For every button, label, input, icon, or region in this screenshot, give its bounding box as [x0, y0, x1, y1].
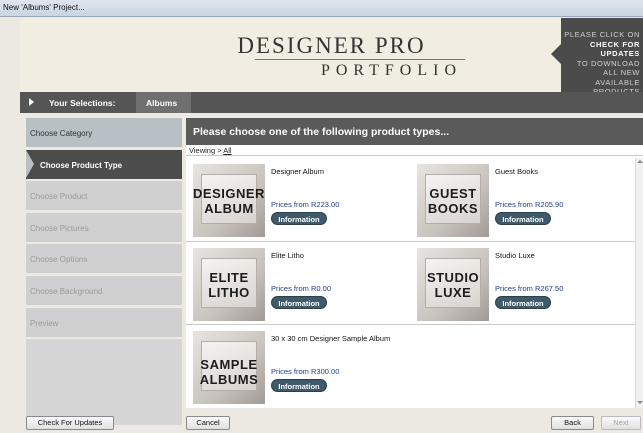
product-card-elite-litho[interactable]: ELITE LITHO Elite Litho Prices from R0.0… [186, 242, 410, 324]
selections-label: Your Selections: [49, 98, 116, 108]
selections-bar: Your Selections: Albums [20, 92, 643, 113]
play-arrow-icon [29, 98, 34, 106]
product-name: Elite Litho [271, 251, 304, 260]
information-button[interactable]: Information [495, 212, 551, 225]
brand-banner: DESIGNER PRO PORTFOLIO PLEASE CLICK ON C… [20, 18, 643, 92]
viewing-all-link[interactable]: All [223, 146, 231, 155]
sidebar-step-choose-pictures: Choose Pictures [26, 212, 182, 242]
thumbnail-caption: STUDIO LUXE [417, 270, 489, 300]
thumbnail-line: BOOKS [427, 201, 479, 216]
window-titlebar: New 'Albums' Project... [0, 0, 643, 17]
update-notice-line: TO DOWNLOAD ALL NEW [576, 58, 640, 78]
steps-sidebar: Choose Category Choose Product Type Choo… [26, 118, 182, 426]
product-type-panel: Please choose one of the following produ… [186, 118, 643, 408]
update-notice: PLEASE CLICK ON CHECK FOR UPDATES TO DOW… [561, 18, 643, 92]
product-price: Prices from R205.90 [495, 200, 564, 209]
information-button[interactable]: Information [271, 379, 327, 392]
cancel-button[interactable]: Cancel [186, 416, 230, 430]
update-notice-line: PLEASE CLICK ON [564, 30, 640, 39]
thumbnail-line: GUEST [429, 186, 477, 201]
thumbnail-line: ELITE [209, 270, 249, 285]
thumbnail-line: ALBUMS [199, 372, 259, 387]
update-notice-line: AVAILABLE PRODUCTS [593, 77, 640, 93]
information-button[interactable]: Information [271, 212, 327, 225]
thumbnail-caption: ELITE LITHO [193, 270, 265, 300]
thumbnail-line: ALBUM [204, 201, 254, 216]
selection-crumb-albums[interactable]: Albums [136, 92, 192, 113]
viewing-label: Viewing > [189, 146, 222, 155]
sidebar-step-choose-product: Choose Product [26, 181, 182, 211]
product-name: Designer Album [271, 167, 324, 176]
update-notice-notch [551, 44, 561, 64]
product-thumbnail[interactable]: GUEST BOOKS [417, 164, 489, 237]
update-notice-line: CHECK FOR UPDATES [590, 39, 640, 59]
information-button[interactable]: Information [271, 296, 327, 309]
brand-title: DESIGNER PRO [237, 33, 426, 58]
sidebar-step-choose-product-type[interactable]: Choose Product Type [26, 149, 182, 179]
window-title: New 'Albums' Project... [3, 3, 85, 12]
sidebar-step-preview: Preview [26, 307, 182, 337]
product-thumbnail[interactable]: ELITE LITHO [193, 248, 265, 321]
brand-subtitle: PORTFOLIO [320, 62, 463, 79]
panel-heading: Please choose one of the following produ… [186, 118, 643, 145]
product-price: Prices from R267.50 [495, 284, 564, 293]
product-price: Prices from R0.00 [271, 284, 332, 293]
chevron-right-icon [128, 92, 136, 112]
thumbnail-caption: GUEST BOOKS [417, 186, 489, 216]
information-button[interactable]: Information [495, 296, 551, 309]
product-card-designer-album[interactable]: DESIGNER ALBUM Designer Album Prices fro… [186, 158, 410, 240]
thumbnail-line: SAMPLE [200, 357, 258, 372]
product-price: Prices from R300.00 [271, 367, 340, 376]
sidebar-step-choose-options: Choose Options [26, 244, 182, 274]
scroll-up-icon[interactable] [637, 160, 643, 163]
thumbnail-caption: DESIGNER ALBUM [193, 186, 265, 216]
product-grid: DESIGNER ALBUM Designer Album Prices fro… [186, 158, 635, 408]
thumbnail-caption: SAMPLE ALBUMS [193, 357, 265, 387]
thumbnail-line: DESIGNER [193, 186, 265, 201]
sidebar-filler [26, 339, 182, 426]
product-scrollbar[interactable] [635, 158, 643, 408]
product-card-studio-luxe[interactable]: STUDIO LUXE Studio Luxe Prices from R267… [410, 242, 635, 324]
product-thumbnail[interactable]: DESIGNER ALBUM [193, 164, 265, 237]
thumbnail-line: LUXE [434, 285, 472, 300]
product-price: Prices from R223.00 [271, 200, 340, 209]
viewing-breadcrumb: Viewing > All [186, 145, 643, 156]
product-thumbnail[interactable]: STUDIO LUXE [417, 248, 489, 321]
brand-divider [255, 59, 465, 60]
thumbnail-line: STUDIO [426, 270, 480, 285]
product-name: Studio Luxe [495, 251, 535, 260]
product-name: 30 x 30 cm Designer Sample Album [271, 334, 391, 343]
product-card-guest-books[interactable]: GUEST BOOKS Guest Books Prices from R205… [410, 158, 635, 240]
check-for-updates-button[interactable]: Check For Updates [26, 416, 114, 430]
scroll-down-icon[interactable] [637, 401, 643, 404]
sidebar-step-choose-background: Choose Background [26, 275, 182, 305]
back-button[interactable]: Back [551, 416, 594, 430]
next-button[interactable]: Next [601, 416, 641, 430]
thumbnail-line: LITHO [208, 285, 250, 300]
product-card-sample-album[interactable]: SAMPLE ALBUMS 30 x 30 cm Designer Sample… [186, 325, 486, 407]
product-thumbnail[interactable]: SAMPLE ALBUMS [193, 331, 265, 404]
product-name: Guest Books [495, 167, 538, 176]
sidebar-step-choose-category[interactable]: Choose Category [26, 118, 182, 147]
